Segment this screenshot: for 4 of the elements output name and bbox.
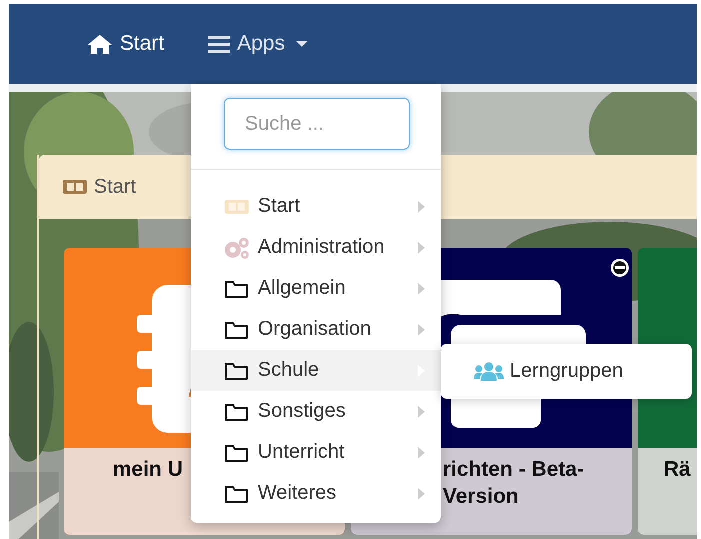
panel-title: Start <box>94 176 136 198</box>
tile-title: Rä <box>664 457 691 483</box>
tile-title: richten - Beta- Version <box>443 457 584 510</box>
tile-title: mein U <box>113 457 184 483</box>
